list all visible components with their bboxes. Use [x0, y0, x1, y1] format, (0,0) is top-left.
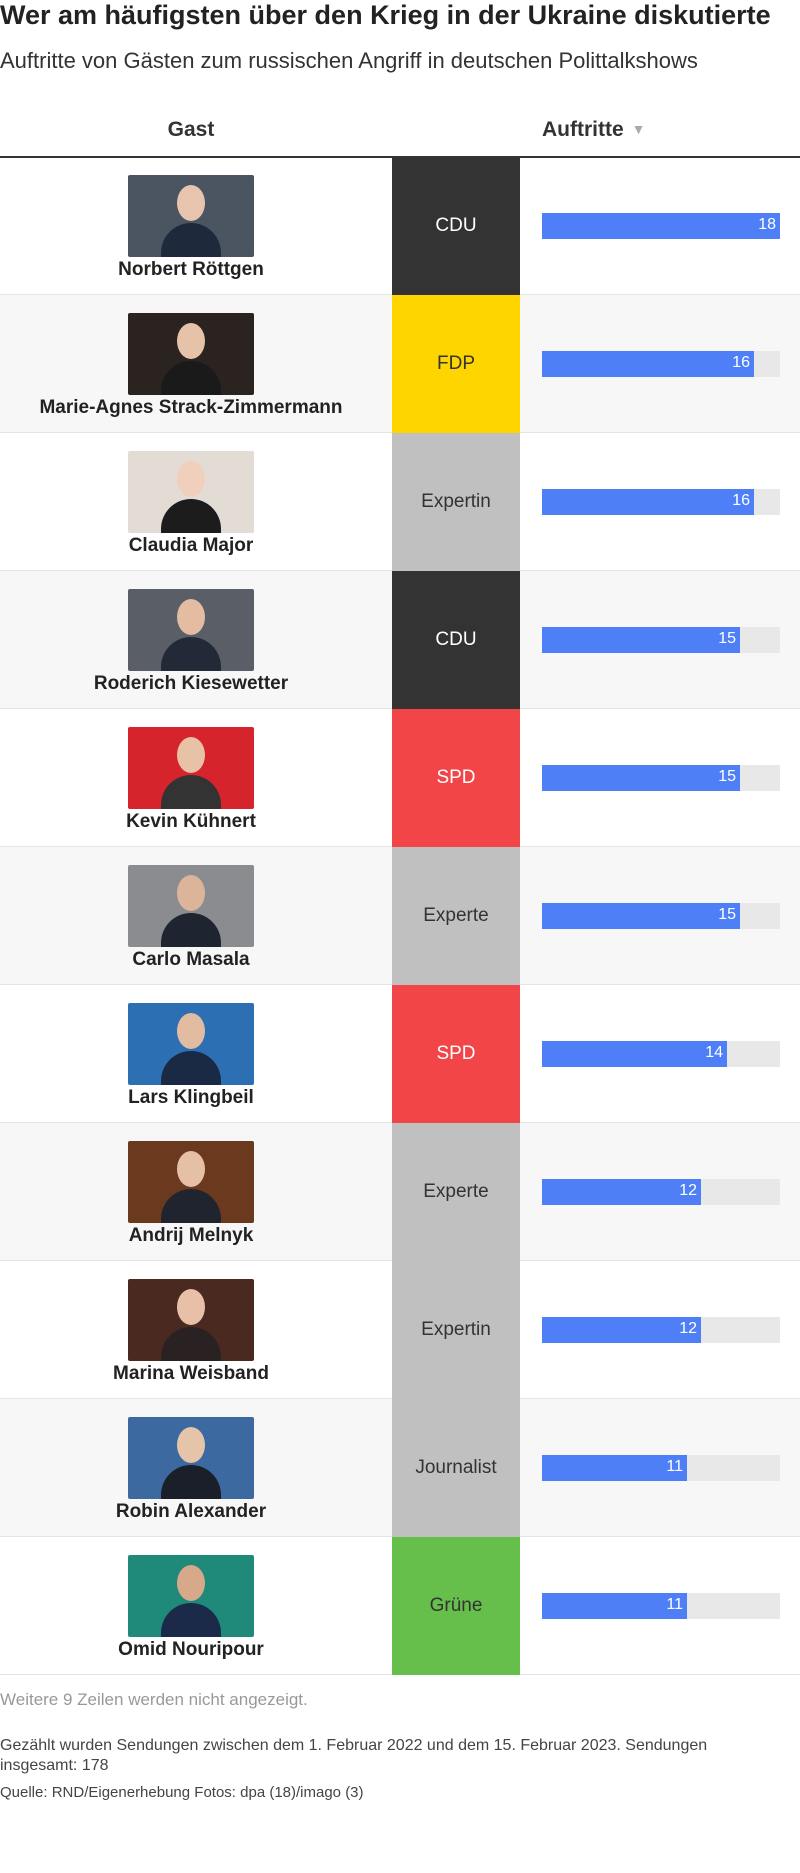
guest-photo [128, 313, 254, 395]
party-cell: Experte [392, 847, 520, 985]
guest-name: Kevin Kühnert [126, 811, 256, 832]
footnote: Gezählt wurden Sendungen zwischen dem 1.… [0, 1737, 708, 1774]
bar-value-label: 12 [679, 1182, 697, 1199]
table-row: Lars Klingbeil SPD 14 [0, 985, 800, 1123]
bar: 15 [542, 903, 740, 929]
bar: 15 [542, 627, 740, 653]
table-row: Claudia Major Expertin 16 [0, 433, 800, 571]
table-row: Roderich Kiesewetter CDU 15 [0, 571, 800, 709]
bar-value-label: 11 [666, 1458, 683, 1475]
table-row: Robin Alexander Journalist 11 [0, 1399, 800, 1537]
bar-track: 18 [542, 213, 780, 239]
bar-track: 15 [542, 903, 780, 929]
bar-track: 12 [542, 1317, 780, 1343]
table-row: Carlo Masala Experte 15 [0, 847, 800, 985]
bar: 16 [542, 489, 754, 515]
guest-photo [128, 1279, 254, 1361]
guest-name: Norbert Röttgen [118, 259, 264, 280]
bar: 11 [542, 1455, 687, 1481]
hidden-rows-note: Weitere 9 Zeilen werden nicht angezeigt. [0, 1690, 308, 1709]
bar: 12 [542, 1317, 701, 1343]
party-cell: Expertin [392, 1261, 520, 1399]
chart-title: Wer am häufigsten über den Krieg in der … [0, 0, 771, 30]
table-row: Kevin Kühnert SPD 15 [0, 709, 800, 847]
guest-photo [128, 1003, 254, 1085]
bar: 16 [542, 351, 754, 377]
guest-name: Claudia Major [128, 535, 254, 556]
party-cell: Grüne [392, 1537, 520, 1675]
guest-name: Lars Klingbeil [128, 1087, 254, 1108]
bar-track: 11 [542, 1593, 780, 1619]
bar: 14 [542, 1041, 727, 1067]
guest-photo [128, 589, 254, 671]
table-row: Norbert Röttgen CDU 18 [0, 157, 800, 295]
column-header-appearances-label: Auftritte [542, 118, 624, 141]
bar: 15 [542, 765, 740, 791]
bar-track: 15 [542, 627, 780, 653]
guest-photo [128, 865, 254, 947]
table-row: Marie-Agnes Strack-Zimmermann FDP 16 [0, 295, 800, 433]
guest-name: Andrij Melnyk [128, 1225, 254, 1246]
guest-photo [128, 1417, 254, 1499]
bar-track: 12 [542, 1179, 780, 1205]
source-line: Quelle: RND/Eigenerhebung Fotos: dpa (18… [0, 1784, 364, 1801]
bar-value-label: 18 [758, 216, 776, 233]
party-cell: FDP [392, 295, 520, 433]
bar-track: 16 [542, 489, 780, 515]
guest-name: Robin Alexander [115, 1501, 267, 1522]
column-header-appearances[interactable]: Auftritte ▼ [542, 118, 646, 142]
bar: 11 [542, 1593, 687, 1619]
bar-value-label: 15 [718, 906, 736, 923]
party-cell: SPD [392, 985, 520, 1123]
guest-photo [128, 727, 254, 809]
party-cell: CDU [392, 157, 520, 295]
bar: 12 [542, 1179, 701, 1205]
bar-track: 11 [542, 1455, 780, 1481]
table-row: Marina Weisband Expertin 12 [0, 1261, 800, 1399]
bar-value-label: 11 [666, 1596, 683, 1613]
bar-value-label: 12 [679, 1320, 697, 1337]
guest-name: Roderich Kiesewetter [93, 673, 289, 694]
table-row: Omid Nouripour Grüne 11 [0, 1537, 800, 1675]
bar: 18 [542, 213, 780, 239]
bar-value-label: 16 [732, 354, 750, 371]
party-cell: Experte [392, 1123, 520, 1261]
guest-photo [128, 175, 254, 257]
party-cell: SPD [392, 709, 520, 847]
guest-photo [128, 1141, 254, 1223]
guest-photo [128, 451, 254, 533]
guest-name: Omid Nouripour [118, 1639, 264, 1660]
table-header: Gast Auftritte ▼ [0, 112, 800, 158]
guest-photo [128, 1555, 254, 1637]
guest-name: Marie-Agnes Strack-Zimmermann [39, 397, 343, 418]
table-body: Norbert Röttgen CDU 18 Marie-Agnes Strack-Z… [0, 157, 800, 1675]
bar-track: 16 [542, 351, 780, 377]
party-cell: Journalist [392, 1399, 520, 1537]
bar-value-label: 14 [705, 1044, 723, 1061]
sort-descending-icon[interactable]: ▼ [632, 121, 646, 137]
bar-value-label: 15 [718, 630, 736, 647]
bar-value-label: 16 [732, 492, 750, 509]
bar-track: 15 [542, 765, 780, 791]
bar-value-label: 15 [718, 768, 736, 785]
party-cell: Expertin [392, 433, 520, 571]
guest-name: Carlo Masala [132, 949, 250, 970]
chart-subtitle: Auftritte von Gästen zum russischen Angr… [0, 48, 698, 73]
table-row: Andrij Melnyk Experte 12 [0, 1123, 800, 1261]
column-header-guest: Gast [167, 118, 215, 141]
guest-name: Marina Weisband [113, 1363, 269, 1384]
bar-track: 14 [542, 1041, 780, 1067]
party-cell: CDU [392, 571, 520, 709]
